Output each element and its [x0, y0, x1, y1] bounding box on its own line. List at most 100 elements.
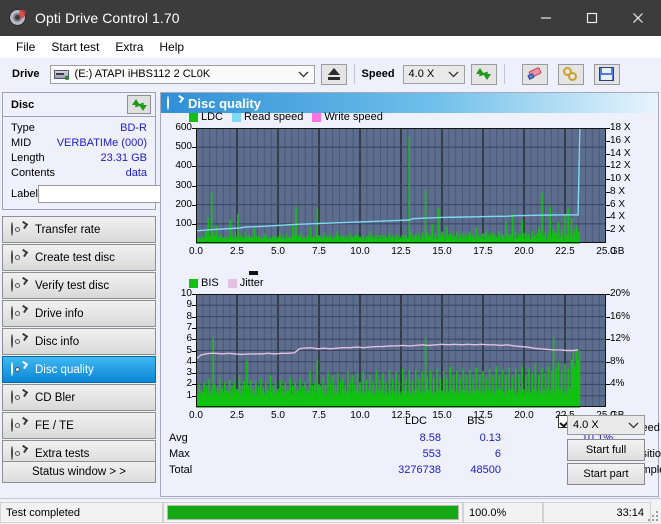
- y-tick-label: 8: [186, 310, 192, 322]
- elapsed-time: 33:14: [616, 506, 644, 519]
- y-tick-label: 9: [186, 299, 192, 311]
- y-tick-label: 7: [186, 321, 192, 333]
- sidebar-item-verify-test-disc[interactable]: Verify test disc: [2, 272, 156, 299]
- sidebar-item-fe-te[interactable]: FE / TE: [2, 412, 156, 439]
- y2-tick-label: 16 X: [610, 134, 631, 146]
- y2-tick-label: 8%: [610, 355, 625, 367]
- toolbar-separator-1: [353, 64, 355, 84]
- elapsed-cell: 33:14: [543, 502, 651, 523]
- y2-tick-label: 20%: [610, 288, 631, 299]
- sidebar-item-label: Extra tests: [35, 447, 90, 460]
- drive-select[interactable]: (E:) ATAPI iHBS112 2 CL0K: [49, 64, 315, 84]
- window-controls: [523, 0, 661, 36]
- menu-start-test[interactable]: Start test: [43, 38, 107, 56]
- y2-tick-label: 14 X: [610, 147, 631, 159]
- status-window-button[interactable]: Status window > >: [2, 461, 156, 483]
- stats-avg-bis: 0.13: [479, 432, 501, 444]
- sidebar-item-transfer-rate[interactable]: Transfer rate: [2, 216, 156, 243]
- legend-swatch: [227, 278, 237, 288]
- minimize-icon[interactable]: [523, 0, 569, 36]
- menu-help[interactable]: Help: [151, 38, 192, 56]
- close-icon[interactable]: [615, 0, 661, 36]
- maximize-icon[interactable]: [569, 0, 615, 36]
- stats-col-ldc: LDC: [404, 415, 427, 427]
- y-tick-mark: [192, 373, 196, 375]
- y2-tick-mark: [606, 316, 610, 318]
- y-tick-mark: [192, 166, 196, 168]
- stats-max-bis: 6: [494, 448, 501, 460]
- sidebar-item-drive-info[interactable]: Drive info: [2, 300, 156, 327]
- legend-label: Jitter: [239, 277, 264, 289]
- legend-marker-icon: [249, 271, 258, 275]
- save-button[interactable]: [593, 63, 620, 85]
- y-tick-mark: [192, 128, 196, 129]
- test-speed-select[interactable]: 4.0 X: [567, 415, 645, 435]
- disc-test-icon: [11, 304, 29, 321]
- disc-row-type: Type BD-R: [11, 121, 147, 136]
- y-tick-label: 2: [186, 378, 192, 390]
- drive-icon: [53, 68, 70, 81]
- resize-grip-icon[interactable]: [648, 511, 658, 521]
- disc-test-icon: [11, 276, 29, 293]
- y-tick-mark: [192, 204, 196, 206]
- refresh-button[interactable]: [470, 63, 497, 85]
- disc-test-icon: [11, 220, 29, 237]
- y2-tick-mark: [606, 230, 610, 232]
- sidebar-item-create-test-disc[interactable]: Create test disc: [2, 244, 156, 271]
- x-tick-label: 22.5: [555, 246, 575, 257]
- status-bar: Test completed 100.0% 33:14: [0, 501, 661, 524]
- y-tick-label: 6: [186, 333, 192, 345]
- x-tick-label: 5.0: [271, 246, 285, 257]
- x-tick-label: 0.0: [189, 246, 203, 257]
- disc-test-icon: [11, 360, 29, 377]
- y2-tick-mark: [606, 384, 610, 386]
- menu-extra[interactable]: Extra: [107, 38, 151, 56]
- x-tick-label: 20.0: [514, 246, 534, 257]
- menu-file[interactable]: File: [8, 38, 43, 56]
- sidebar-item-cd-bler[interactable]: CD Bler: [2, 384, 156, 411]
- disc-row-value: data: [125, 167, 147, 179]
- eject-button[interactable]: [320, 63, 347, 85]
- y-tick-mark: [192, 395, 196, 397]
- sidebar-item-disc-quality[interactable]: Disc quality: [2, 356, 156, 383]
- disc-info-box: Disc Type BD-R MID VERBATIMe (000) Lengt…: [2, 92, 241, 210]
- title-bar: Opti Drive Control 1.70: [0, 0, 661, 36]
- y-tick-mark: [192, 384, 196, 386]
- disc-row-length: Length 23.31 GB: [11, 151, 147, 166]
- x-tick-label: 7.5: [312, 246, 326, 257]
- y-tick-label: 3: [186, 367, 192, 379]
- disc-refresh-button[interactable]: [127, 95, 151, 114]
- legend-swatch: [312, 112, 322, 122]
- sidebar-item-label: Disc quality: [35, 363, 94, 376]
- erase-button[interactable]: [521, 63, 548, 85]
- bis-chart: BIS Jitter 1 2 3 4 5 6 7 8 9 10 4% 8% 12% 16% 20% 0.0 2.5…: [161, 261, 658, 431]
- disc-label-key: Label: [11, 187, 38, 200]
- start-full-button[interactable]: Start full: [567, 439, 645, 461]
- disc-row-contents: Contents data: [11, 166, 147, 181]
- speed-label: Speed: [361, 68, 395, 80]
- chain-button[interactable]: [557, 63, 584, 85]
- sidebar-item-disc-info[interactable]: Disc info: [2, 328, 156, 355]
- chevron-down-icon: [298, 70, 309, 78]
- y2-tick-label: 12%: [610, 333, 631, 345]
- disc-test-icon: [11, 332, 29, 349]
- y2-tick-label: 6 X: [610, 198, 626, 210]
- legend-entry: Read speed: [232, 111, 303, 123]
- window-title: Opti Drive Control 1.70: [35, 10, 180, 26]
- y-tick-label: 200: [175, 198, 192, 210]
- y-tick-label: 300: [175, 179, 192, 191]
- refresh-icon: [476, 67, 492, 81]
- y2-tick-mark: [606, 339, 610, 341]
- stats-total-ldc: 3276738: [398, 464, 441, 476]
- disc-row-key: Length: [11, 152, 45, 164]
- legend-swatch: [189, 278, 198, 288]
- start-part-button[interactable]: Start part: [567, 463, 645, 485]
- speed-select[interactable]: 4.0 X: [402, 64, 465, 84]
- y-tick-label: 5: [186, 344, 192, 356]
- disc-test-icon: [11, 416, 29, 433]
- stats-total-bis: 48500: [470, 464, 501, 476]
- y-tick-mark: [192, 361, 196, 363]
- chevron-down-icon: [448, 70, 459, 78]
- stats-col-bis: BIS: [467, 415, 485, 427]
- ldc-chart: LDC Read speed Write speed 100 200 300 400 500…: [161, 93, 658, 263]
